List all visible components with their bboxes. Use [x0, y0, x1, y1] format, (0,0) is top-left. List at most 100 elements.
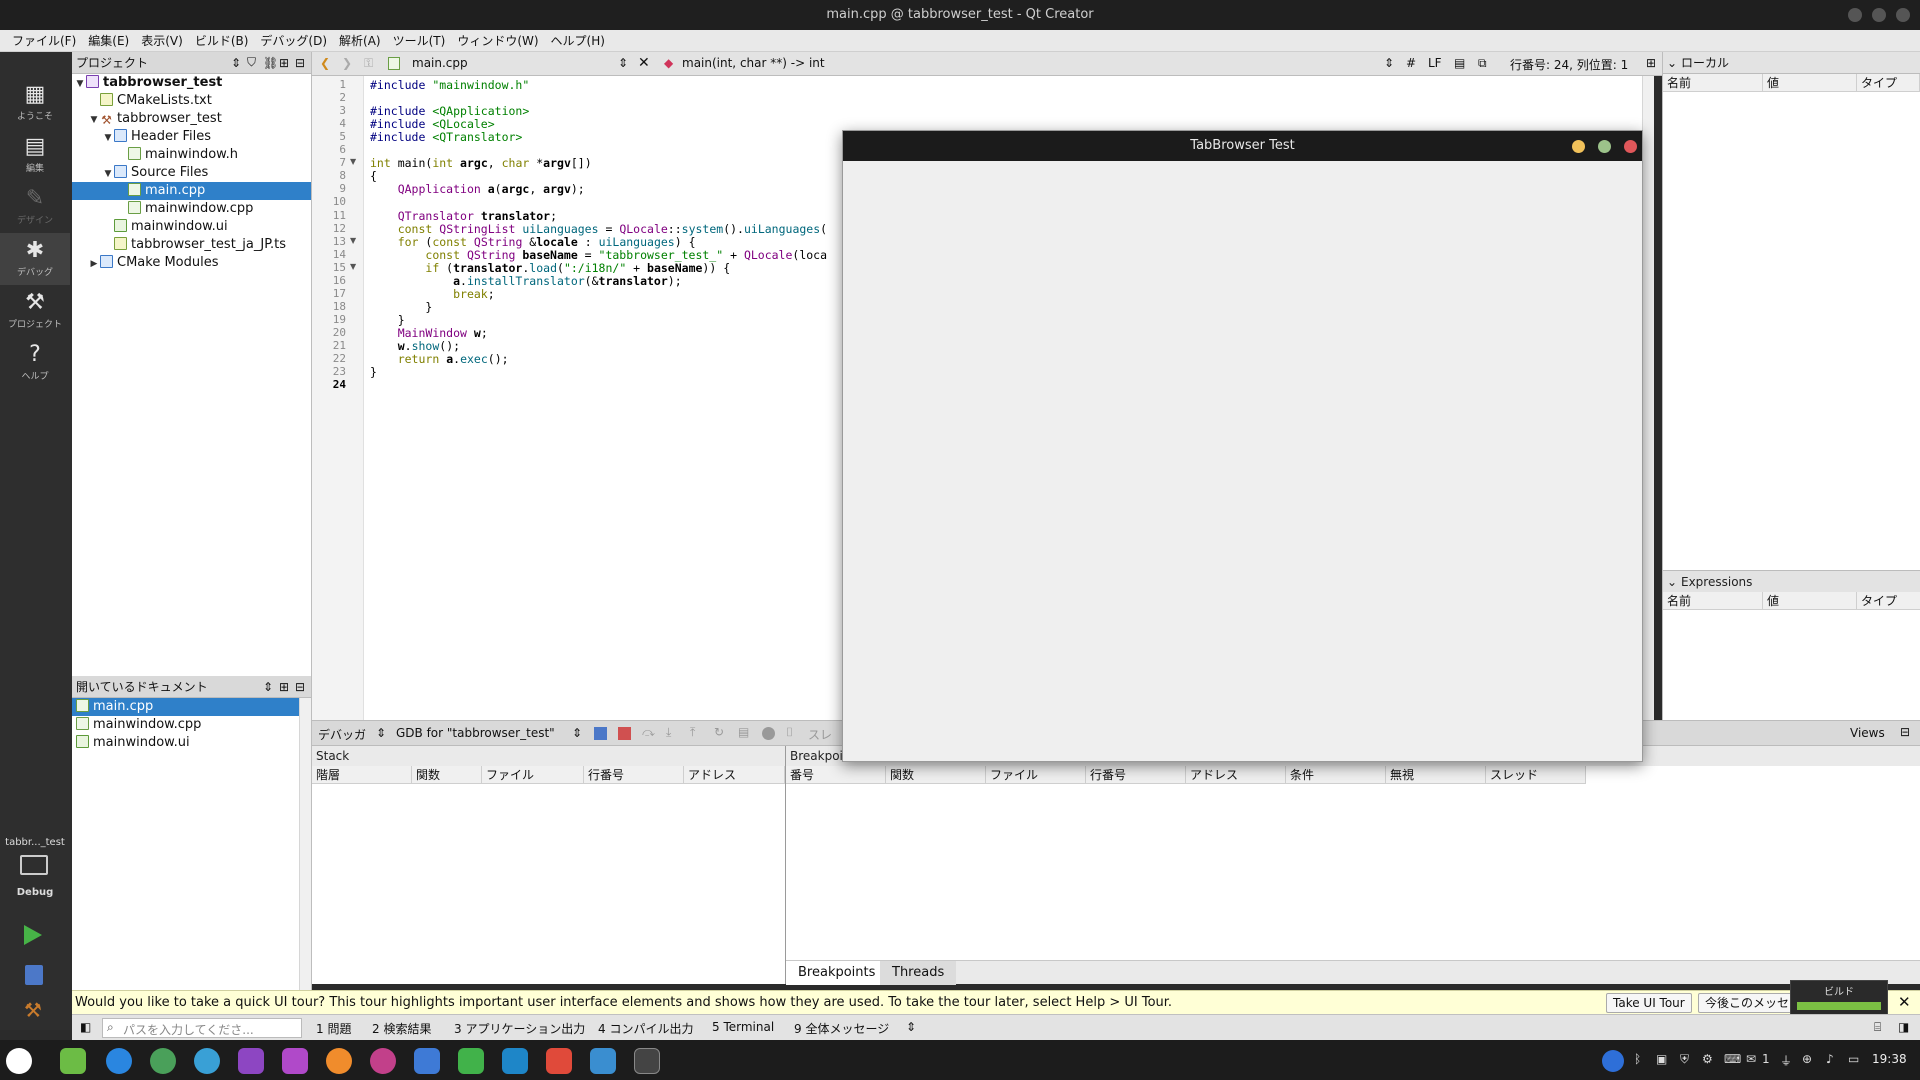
pen-app-icon[interactable]: [282, 1048, 308, 1074]
column-header[interactable]: 条件: [1286, 766, 1386, 783]
tree-item[interactable]: ▶ CMake Modules: [72, 254, 311, 272]
tab-issues[interactable]: 1 問題: [316, 1020, 351, 1037]
sort-updown-icon[interactable]: ⇕: [1384, 56, 1394, 70]
tree-item[interactable]: mainwindow.h: [72, 146, 311, 164]
tab-compile-output[interactable]: 4 コンパイル出力: [598, 1020, 693, 1037]
code-line[interactable]: #include <QTranslator>: [370, 130, 522, 144]
tree-item[interactable]: ▼ ⚒ tabbrowser_test: [72, 110, 311, 128]
split-editor-icon[interactable]: ⧉: [1478, 56, 1487, 71]
chevron-down-icon[interactable]: ▼: [102, 129, 114, 147]
fold-marker-icon[interactable]: ▼: [350, 157, 356, 166]
column-header[interactable]: タイプ: [1857, 74, 1920, 91]
app-window-titlebar[interactable]: TabBrowser Test: [843, 131, 1642, 161]
chevron-right-icon[interactable]: ▶: [88, 255, 100, 273]
chromium-icon[interactable]: [194, 1048, 220, 1074]
chevron-down-icon[interactable]: ▼: [102, 165, 114, 183]
scrollbar[interactable]: [1642, 76, 1654, 720]
mode-design[interactable]: ✎ デザイン: [0, 181, 70, 233]
build-progress-popup[interactable]: ビルド: [1790, 980, 1888, 1016]
close-pane-icon[interactable]: ⊟: [295, 56, 311, 70]
stop-icon[interactable]: [618, 727, 631, 740]
tree-item[interactable]: ▼ Source Files: [72, 164, 311, 182]
sort-updown-icon[interactable]: ⇕: [231, 56, 247, 70]
column-header[interactable]: 関数: [886, 766, 986, 783]
debug-run-icon[interactable]: [25, 965, 43, 985]
dock-icon[interactable]: ⊟: [1900, 725, 1910, 739]
menu-view[interactable]: 表示(V): [135, 32, 189, 49]
start-menu-icon[interactable]: [6, 1048, 32, 1074]
column-header[interactable]: 値: [1763, 74, 1857, 91]
bluetooth-icon[interactable]: ᛒ: [1634, 1052, 1641, 1066]
tree-item[interactable]: main.cpp: [72, 182, 311, 200]
code-line[interactable]: QApplication a(argc, argv);: [370, 182, 585, 196]
code-line[interactable]: a.installTranslator(&translator);: [370, 274, 682, 288]
terminal-icon[interactable]: [502, 1048, 528, 1074]
menu-help[interactable]: ヘルプ(H): [545, 32, 611, 49]
views-menu[interactable]: Views: [1850, 726, 1885, 740]
menu-window[interactable]: ウィンドウ(W): [451, 32, 544, 49]
open-document-item[interactable]: mainwindow.cpp: [72, 716, 300, 734]
battery-icon[interactable]: ▭: [1848, 1052, 1859, 1066]
tab-terminal[interactable]: 5 Terminal: [712, 1020, 774, 1034]
vscode-icon[interactable]: [414, 1048, 440, 1074]
filter-icon[interactable]: ⛉: [247, 55, 263, 70]
code-line[interactable]: const QString baseName = "tabbrowser_tes…: [370, 248, 827, 262]
step-over-icon[interactable]: ⤼: [642, 725, 655, 740]
link-icon[interactable]: ⛓: [263, 56, 279, 70]
monitor-icon[interactable]: [20, 855, 48, 875]
files-icon[interactable]: [60, 1048, 86, 1074]
split-icon[interactable]: ⊞: [279, 680, 295, 694]
column-header[interactable]: 無視: [1386, 766, 1486, 783]
blender-icon[interactable]: [326, 1048, 352, 1074]
step-into-icon[interactable]: ⤓: [666, 725, 671, 740]
tree-item[interactable]: mainwindow.ui: [72, 218, 311, 236]
clipboard-icon[interactable]: ▣: [1656, 1052, 1667, 1066]
cursor-position[interactable]: 行番号: 24, 列位置: 1: [1510, 56, 1628, 73]
split-icon[interactable]: ⊞: [279, 56, 295, 70]
code-line[interactable]: int main(int argc, char *argv[]): [370, 156, 592, 170]
close-icon[interactable]: ✕: [1898, 993, 1911, 1011]
editor-app-icon[interactable]: [590, 1048, 616, 1074]
hash-indicator[interactable]: #: [1406, 56, 1416, 70]
column-header[interactable]: 番号: [786, 766, 886, 783]
minimize-icon[interactable]: [1848, 8, 1862, 22]
maximize-icon[interactable]: [1872, 8, 1886, 22]
tree-item[interactable]: ▼ Header Files: [72, 128, 311, 146]
mail-icon[interactable]: [238, 1048, 264, 1074]
column-header[interactable]: 値: [1763, 592, 1857, 609]
code-line[interactable]: #include "mainwindow.h": [370, 78, 529, 92]
fold-marker-icon[interactable]: ▼: [350, 236, 356, 245]
menu-tools[interactable]: ツール(T): [387, 32, 452, 49]
mode-welcome[interactable]: ▦ ようこそ: [0, 77, 70, 129]
run-icon[interactable]: [24, 925, 42, 945]
editor-file-selector[interactable]: main.cpp: [412, 56, 468, 70]
split-icon[interactable]: ⊞: [1646, 56, 1656, 70]
take-ui-tour-button[interactable]: Take UI Tour: [1606, 993, 1692, 1013]
forward-icon[interactable]: ❯: [342, 56, 352, 70]
restart-icon[interactable]: ↻: [714, 725, 724, 739]
toggle-right-sidebar-icon[interactable]: ◨: [1898, 1020, 1909, 1034]
menu-analyze[interactable]: 解析(A): [333, 32, 387, 49]
code-line[interactable]: #include <QLocale>: [370, 117, 495, 131]
app-minimize-icon[interactable]: [1572, 140, 1585, 153]
column-header[interactable]: 行番号: [1086, 766, 1186, 783]
mode-debug[interactable]: ✱ デバッグ: [0, 233, 70, 285]
locals-header[interactable]: ⌄ ローカル: [1663, 52, 1920, 74]
column-header[interactable]: ファイル: [986, 766, 1086, 783]
sort-updown-icon[interactable]: ⇕: [572, 726, 582, 740]
code-line[interactable]: {: [370, 169, 377, 183]
sort-updown-icon[interactable]: ⇕: [376, 726, 386, 740]
tree-item[interactable]: CMakeLists.txt: [72, 92, 311, 110]
scrollbar[interactable]: [299, 698, 311, 990]
expressions-header[interactable]: ⌄ Expressions: [1663, 570, 1920, 592]
tab-threads[interactable]: Threads: [880, 961, 957, 985]
column-header[interactable]: 階層: [312, 766, 412, 783]
column-header[interactable]: アドレス: [1186, 766, 1286, 783]
globe-icon[interactable]: ⊕: [1802, 1052, 1812, 1066]
tray-network-icon[interactable]: [1602, 1050, 1624, 1072]
code-line[interactable]: }: [370, 300, 432, 314]
tab-application-output[interactable]: 3 アプリケーション出力: [454, 1020, 585, 1037]
sort-updown-icon[interactable]: ⇕: [263, 680, 279, 694]
media-icon[interactable]: [370, 1048, 396, 1074]
window-app-icon[interactable]: [634, 1048, 660, 1074]
